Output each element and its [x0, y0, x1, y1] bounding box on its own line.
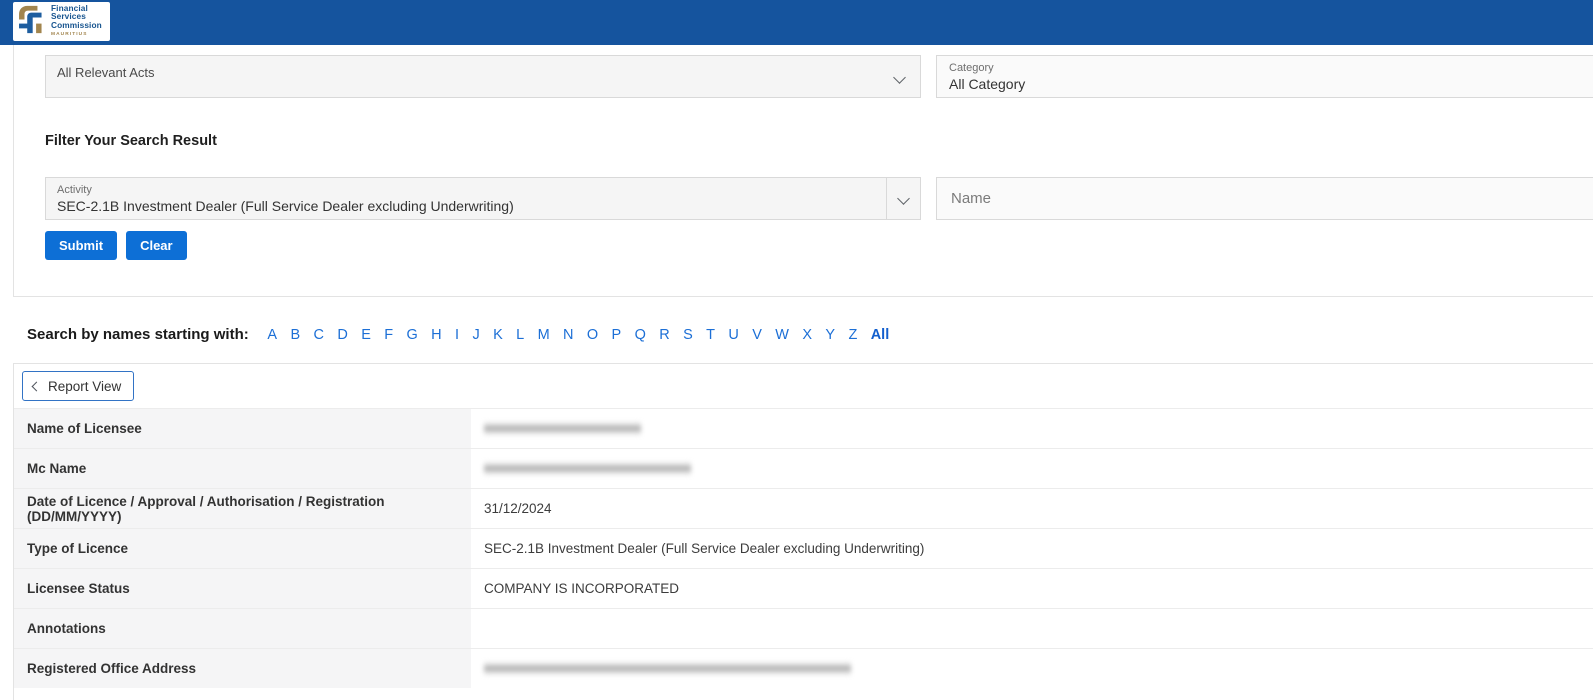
letter-link[interactable]: R — [659, 327, 669, 343]
letter-link[interactable]: D — [337, 327, 347, 343]
row-label: Annotations — [14, 609, 471, 648]
letter-link[interactable]: Y — [825, 327, 835, 343]
category-value: All Category — [949, 76, 1593, 92]
letter-link[interactable]: S — [683, 327, 693, 343]
letter-link[interactable]: B — [290, 327, 300, 343]
alphabet-nav: Search by names starting with: ABCDEFGHI… — [27, 326, 1577, 343]
category-field[interactable]: Category All Category — [936, 55, 1593, 98]
report-view-label: Report View — [48, 379, 121, 394]
row-label: Licensee Status — [14, 569, 471, 608]
filter-heading: Filter Your Search Result — [45, 133, 217, 149]
row-value: COMPANY IS INCORPORATED — [471, 569, 1593, 608]
row-label: Type of Licence — [14, 529, 471, 568]
table-row: Date of Licence / Approval / Authorisati… — [14, 488, 1593, 528]
activity-select-button[interactable] — [886, 178, 920, 219]
chevron-down-icon — [897, 192, 910, 205]
submit-button[interactable]: Submit — [45, 231, 117, 260]
row-value — [471, 409, 1593, 448]
letter-link[interactable]: G — [407, 327, 418, 343]
row-value — [471, 649, 1593, 688]
letter-link[interactable]: E — [361, 327, 371, 343]
activity-value: SEC-2.1B Investment Dealer (Full Service… — [57, 198, 876, 214]
row-label: Date of Licence / Approval / Authorisati… — [14, 489, 471, 528]
activity-label: Activity — [57, 184, 876, 196]
relevant-acts-select[interactable]: All Relevant Acts — [45, 55, 921, 98]
letter-link[interactable]: M — [538, 327, 550, 343]
letter-link[interactable]: F — [384, 327, 393, 343]
letter-link[interactable]: C — [314, 327, 324, 343]
letter-link[interactable]: A — [267, 327, 277, 343]
row-value: 31/12/2024 — [471, 489, 1593, 528]
letter-link[interactable]: W — [775, 327, 789, 343]
letter-link[interactable]: P — [612, 327, 622, 343]
letter-link[interactable]: T — [706, 327, 715, 343]
row-value — [471, 609, 1593, 648]
redacted-value — [484, 661, 851, 676]
search-filter-panel: All Relevant Acts Category All Category … — [13, 45, 1593, 297]
letter-link[interactable]: K — [493, 327, 503, 343]
row-value — [471, 449, 1593, 488]
row-label: Registered Office Address — [14, 649, 471, 688]
alphabet-nav-label: Search by names starting with: — [27, 326, 249, 343]
chevron-left-icon — [32, 381, 42, 391]
fsc-logo-icon — [17, 3, 47, 41]
chevron-down-icon — [893, 71, 906, 84]
letter-link[interactable]: I — [455, 327, 459, 343]
redacted-value — [484, 421, 641, 436]
logo-line-3: Commission — [51, 21, 102, 30]
letter-link[interactable]: X — [802, 327, 812, 343]
row-value: SEC-2.1B Investment Dealer (Full Service… — [471, 529, 1593, 568]
fsc-logo[interactable]: Financial Services Commission MAURITIUS — [13, 2, 110, 41]
alphabet-letters: ABCDEFGHIJKLMNOPQRSTUVWXYZ All — [261, 326, 896, 343]
letter-link[interactable]: H — [431, 327, 441, 343]
name-input[interactable] — [936, 177, 1593, 220]
table-row: Mc Name — [14, 448, 1593, 488]
category-label: Category — [949, 62, 1593, 74]
logo-country: MAURITIUS — [51, 31, 102, 40]
clear-button[interactable]: Clear — [126, 231, 187, 260]
table-row: Type of LicenceSEC-2.1B Investment Deale… — [14, 528, 1593, 568]
redacted-value — [484, 461, 691, 476]
letter-link[interactable]: L — [516, 327, 524, 343]
licensee-detail-table: Name of LicenseeMc NameDate of Licence /… — [14, 408, 1593, 688]
letter-link[interactable]: J — [472, 327, 479, 343]
letter-link[interactable]: Q — [635, 327, 646, 343]
table-row: Name of Licensee — [14, 408, 1593, 448]
licensee-report-panel: Report View Name of LicenseeMc NameDate … — [13, 363, 1593, 700]
filter-actions: Submit Clear — [45, 231, 187, 260]
top-header-bar: Financial Services Commission MAURITIUS — [0, 0, 1593, 45]
table-row: Registered Office Address — [14, 648, 1593, 688]
row-label: Name of Licensee — [14, 409, 471, 448]
activity-select[interactable]: Activity SEC-2.1B Investment Dealer (Ful… — [45, 177, 921, 220]
fsc-logo-text: Financial Services Commission MAURITIUS — [51, 4, 102, 40]
letter-link[interactable]: U — [728, 327, 738, 343]
letter-link[interactable]: O — [587, 327, 598, 343]
letter-link-all[interactable]: All — [871, 327, 890, 343]
letter-link[interactable]: V — [752, 327, 762, 343]
table-row: Annotations — [14, 608, 1593, 648]
row-label: Mc Name — [14, 449, 471, 488]
report-view-button[interactable]: Report View — [22, 371, 134, 401]
table-row: Licensee StatusCOMPANY IS INCORPORATED — [14, 568, 1593, 608]
letter-link[interactable]: N — [563, 327, 573, 343]
letter-link[interactable]: Z — [848, 327, 857, 343]
relevant-acts-label: All Relevant Acts — [57, 65, 155, 80]
